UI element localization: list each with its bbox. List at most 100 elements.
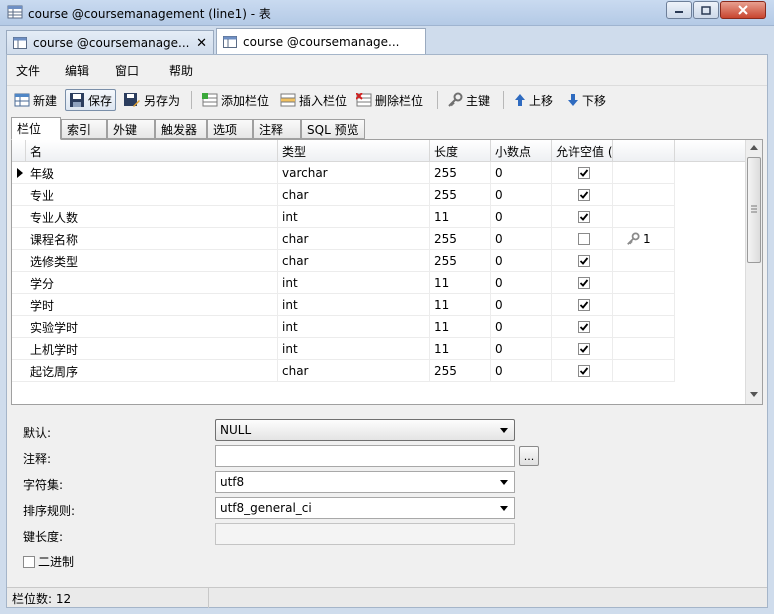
cell-length[interactable]: 255 [430,228,491,250]
cell-length[interactable]: 11 [430,206,491,228]
table-row[interactable]: 学时 int 11 0 [12,294,675,316]
cell-decimal[interactable]: 0 [491,294,552,316]
nullable-checkbox[interactable] [578,167,590,179]
comment-input[interactable] [215,445,515,467]
move-down-button[interactable]: 下移 [564,89,609,111]
cell-key[interactable] [613,338,675,360]
menu-file[interactable]: 文件 [16,62,40,79]
header-decimal[interactable]: 小数点 [491,140,552,162]
cell-name[interactable]: 选修类型 [26,250,278,272]
header-type[interactable]: 类型 [278,140,430,162]
cell-key[interactable]: 1 [613,228,675,250]
cell-key[interactable] [613,360,675,382]
cell-name[interactable]: 专业人数 [26,206,278,228]
doc-tab-1[interactable]: course @coursemanage... ✕ [6,30,214,54]
menu-edit[interactable]: 编辑 [65,62,89,79]
comment-editor-button[interactable]: ... [519,446,539,466]
close-icon[interactable]: ✕ [196,36,207,51]
save-as-button[interactable]: 另存为 [120,89,183,111]
table-row[interactable]: 起讫周序 char 255 0 [12,360,675,382]
header-nullable[interactable]: 允许空值 ( [552,140,613,162]
charset-select[interactable]: utf8 [215,471,515,493]
cell-decimal[interactable]: 0 [491,250,552,272]
maximize-button[interactable] [693,1,719,19]
table-row[interactable]: 上机学时 int 11 0 [12,338,675,360]
cell-type[interactable]: int [278,206,430,228]
nullable-checkbox[interactable] [578,189,590,201]
menu-help[interactable]: 帮助 [169,62,193,79]
add-column-button[interactable]: 添加栏位 [199,89,272,111]
collation-select[interactable]: utf8_general_ci [215,497,515,519]
cell-name[interactable]: 实验学时 [26,316,278,338]
cell-key[interactable] [613,250,675,272]
cell-type[interactable]: char [278,184,430,206]
cell-length[interactable]: 255 [430,184,491,206]
table-row[interactable]: 专业人数 int 11 0 [12,206,675,228]
vertical-scrollbar[interactable] [745,140,762,404]
cell-key[interactable] [613,316,675,338]
cell-length[interactable]: 11 [430,294,491,316]
table-row[interactable]: 学分 int 11 0 [12,272,675,294]
cell-length[interactable]: 11 [430,272,491,294]
cell-decimal[interactable]: 0 [491,206,552,228]
header-key[interactable] [613,140,675,162]
cell-type[interactable]: char [278,250,430,272]
minimize-button[interactable] [666,1,692,19]
tab-fields[interactable]: 栏位 [11,117,61,140]
tab-sql-preview[interactable]: SQL 预览 [301,119,365,139]
nullable-checkbox[interactable] [578,343,590,355]
cell-type[interactable]: int [278,316,430,338]
menu-window[interactable]: 窗口 [115,62,139,79]
tab-indexes[interactable]: 索引 [61,119,107,139]
cell-key[interactable] [613,294,675,316]
cell-name[interactable]: 学分 [26,272,278,294]
cell-key[interactable] [613,206,675,228]
table-row[interactable]: 专业 char 255 0 [12,184,675,206]
close-window-button[interactable] [720,1,766,19]
cell-name[interactable]: 年级 [26,162,278,184]
tab-foreign-keys[interactable]: 外键 [107,119,155,139]
cell-length[interactable]: 11 [430,316,491,338]
scroll-up-icon[interactable] [750,145,758,150]
cell-decimal[interactable]: 0 [491,360,552,382]
tab-options[interactable]: 选项 [207,119,253,139]
nullable-checkbox[interactable] [578,321,590,333]
cell-name[interactable]: 学时 [26,294,278,316]
nullable-checkbox[interactable] [578,233,590,245]
cell-name[interactable]: 课程名称 [26,228,278,250]
nullable-checkbox[interactable] [578,255,590,267]
primary-key-button[interactable]: 主键 [444,89,493,111]
cell-name[interactable]: 起讫周序 [26,360,278,382]
cell-key[interactable] [613,272,675,294]
insert-column-button[interactable]: 插入栏位 [277,89,350,111]
cell-length[interactable]: 255 [430,162,491,184]
default-select[interactable]: NULL [215,419,515,441]
scroll-down-icon[interactable] [750,392,758,397]
cell-type[interactable]: int [278,272,430,294]
header-length[interactable]: 长度 [430,140,491,162]
tab-triggers[interactable]: 触发器 [155,119,207,139]
save-button[interactable]: 保存 [65,89,117,111]
cell-type[interactable]: int [278,338,430,360]
nullable-checkbox[interactable] [578,277,590,289]
nullable-checkbox[interactable] [578,211,590,223]
cell-length[interactable]: 11 [430,338,491,360]
cell-type[interactable]: varchar [278,162,430,184]
cell-key[interactable] [613,184,675,206]
new-button[interactable]: 新建 [11,89,60,111]
cell-decimal[interactable]: 0 [491,184,552,206]
nullable-checkbox[interactable] [578,299,590,311]
header-name[interactable]: 名 [26,140,278,162]
cell-type[interactable]: char [278,360,430,382]
cell-decimal[interactable]: 0 [491,162,552,184]
cell-type[interactable]: int [278,294,430,316]
cell-decimal[interactable]: 0 [491,338,552,360]
cell-length[interactable]: 255 [430,360,491,382]
cell-type[interactable]: char [278,228,430,250]
cell-decimal[interactable]: 0 [491,272,552,294]
binary-option[interactable]: 二进制 [23,553,74,570]
table-row[interactable]: 课程名称 char 255 0 1 [12,228,675,250]
move-up-button[interactable]: 上移 [511,89,556,111]
delete-column-button[interactable]: 删除栏位 [353,89,426,111]
table-row[interactable]: 选修类型 char 255 0 [12,250,675,272]
